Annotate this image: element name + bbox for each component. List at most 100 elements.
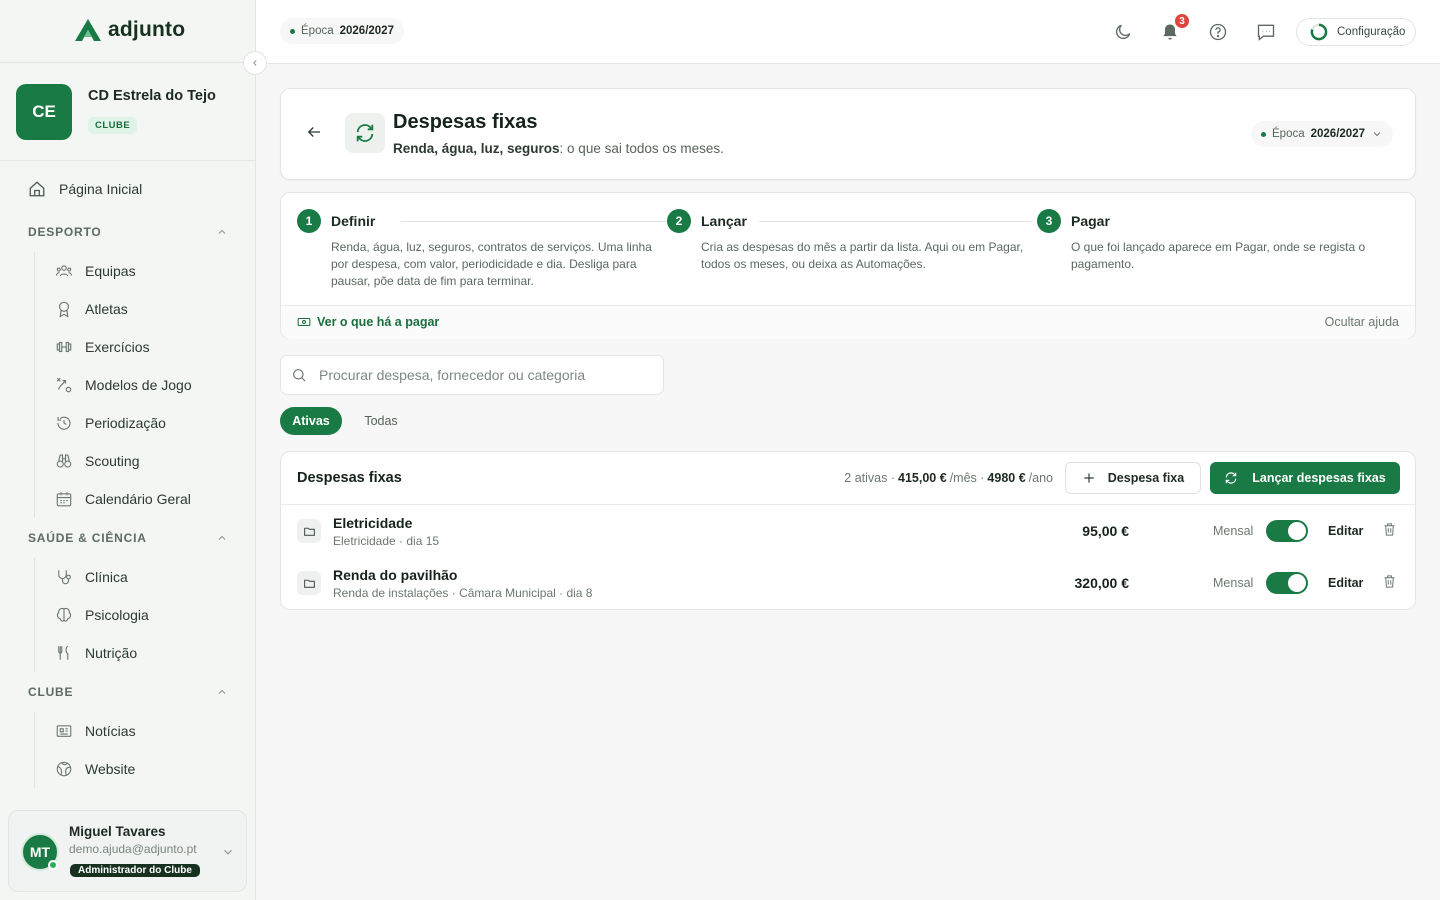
user-role-badge: Administrador do Clube	[70, 864, 200, 877]
topbar: Época 2026/2027 3 Configuração	[256, 0, 1440, 64]
nav-home-label: Página Inicial	[59, 181, 143, 197]
status-dot	[1261, 131, 1267, 137]
nav-item-label: Calendário Geral	[85, 491, 191, 507]
hide-help-button[interactable]: Ocultar ajuda	[1325, 315, 1399, 329]
step-title: Pagar	[1071, 213, 1110, 229]
nav-item-label: Exercícios	[85, 339, 150, 355]
progress-ring-icon	[1310, 23, 1328, 41]
yearly-total: 4980 €	[987, 471, 1026, 485]
expense-details: Renda de instalações · Câmara Municipal …	[333, 586, 593, 600]
nav-item-noticias[interactable]: Notícias	[35, 712, 246, 750]
chevron-up-icon	[218, 229, 226, 234]
page-subtitle-rest: : o que sai todos os meses.	[559, 141, 724, 156]
launch-fixed-expenses-button[interactable]: Lançar despesas fixas	[1210, 462, 1400, 494]
plus-icon	[1084, 473, 1094, 483]
nav-item-label: Website	[85, 761, 136, 777]
nav-home[interactable]: Página Inicial	[28, 180, 142, 198]
expense-active-toggle[interactable]	[1266, 520, 1308, 542]
nav-item-equipas[interactable]: Equipas	[35, 252, 246, 290]
expense-amount: 320,00 €	[1074, 575, 1130, 591]
nav-item-label: Periodização	[85, 415, 166, 431]
season-value: 2026/2027	[1310, 128, 1365, 140]
season-label: Época	[1272, 128, 1305, 140]
expense-details: Eletricidade · dia 15	[333, 534, 440, 548]
user-menu[interactable]: MT Miguel Tavares demo.ajuda@adjunto.pt …	[8, 810, 247, 892]
search-input[interactable]	[319, 367, 649, 383]
theme-toggle-button[interactable]	[1111, 20, 1135, 44]
expense-name: Eletricidade	[333, 515, 413, 531]
table-row[interactable]: Renda do pavilhão Renda de instalações ·…	[281, 557, 1415, 609]
back-button[interactable]	[305, 123, 323, 141]
chevron-up-icon	[218, 535, 226, 540]
messages-button[interactable]	[1254, 20, 1278, 44]
nav-item-psicologia[interactable]: Psicologia	[35, 596, 246, 634]
nav-section-saude-ciencia[interactable]: SAÚDE & CIÊNCIA	[28, 531, 228, 545]
season-selector[interactable]: Época 2026/2027	[280, 18, 404, 44]
stethoscope-icon	[54, 567, 74, 587]
add-fixed-expense-button[interactable]: Despesa fixa	[1065, 462, 1201, 494]
nav-item-periodizacao[interactable]: Periodização	[35, 404, 246, 442]
team-icon	[54, 261, 74, 281]
configuration-button[interactable]: Configuração	[1296, 18, 1416, 46]
help-circle-icon	[1209, 23, 1227, 41]
filter-tab-todas[interactable]: Todas	[352, 407, 410, 435]
notification-count-badge: 3	[1173, 12, 1191, 30]
filter-tab-ativas[interactable]: Ativas	[280, 407, 342, 435]
calendar-icon	[54, 489, 74, 509]
help-footer: Ver o que há a pagar Ocultar ajuda	[281, 305, 1415, 339]
edit-button[interactable]: Editar	[1328, 524, 1363, 538]
recurring-icon	[345, 113, 385, 153]
medal-icon	[54, 299, 74, 319]
step-number: 2	[667, 209, 691, 233]
delete-button[interactable]	[1382, 574, 1397, 589]
list-summary: 2 ativas · 415,00 € /mês · 4980 € /ano	[844, 471, 1053, 485]
expense-amount: 95,00 €	[1082, 523, 1129, 539]
message-square-icon	[1257, 24, 1275, 41]
edit-button[interactable]: Editar	[1328, 576, 1363, 590]
delete-button[interactable]	[1382, 522, 1397, 537]
club-switcher[interactable]: CE CD Estrela do Tejo CLUBE	[0, 62, 255, 161]
sidebar: adjunto CE CD Estrela do Tejo CLUBE Pági…	[0, 0, 256, 900]
nav-group-saude-ciencia: Clínica Psicologia Nutrição	[34, 558, 246, 672]
user-name: Miguel Tavares	[69, 824, 166, 839]
trash-icon	[1384, 575, 1395, 588]
active-count: 2 ativas ·	[844, 471, 896, 485]
user-email: demo.ajuda@adjunto.pt	[69, 842, 197, 856]
help-button[interactable]	[1206, 20, 1230, 44]
view-payables-label: Ver o que há a pagar	[317, 315, 440, 329]
home-icon	[29, 181, 45, 197]
table-row[interactable]: Eletricidade Eletricidade · dia 15 95,00…	[281, 505, 1415, 557]
nav-item-clinica[interactable]: Clínica	[35, 558, 246, 596]
nav-item-exercicios[interactable]: Exercícios	[35, 328, 246, 366]
step-description: Renda, água, luz, seguros, contratos de …	[331, 240, 652, 288]
nav-item-atletas[interactable]: Atletas	[35, 290, 246, 328]
club-name: CD Estrela do Tejo	[88, 88, 216, 104]
page-header: Despesas fixas Renda, água, luz, seguros…	[280, 88, 1416, 180]
nav-item-modelos-de-jogo[interactable]: Modelos de Jogo	[35, 366, 246, 404]
newspaper-icon	[54, 721, 74, 741]
nav-item-scouting[interactable]: Scouting	[35, 442, 246, 480]
fixed-expenses-list: Despesas fixas 2 ativas · 415,00 € /mês …	[280, 451, 1416, 610]
adjunto-logo-icon	[75, 19, 101, 41]
step-description: O que foi lançado aparece em Pagar, onde…	[1071, 240, 1366, 271]
nav-section-desporto[interactable]: DESPORTO	[28, 225, 228, 239]
expense-active-toggle[interactable]	[1266, 572, 1308, 594]
expense-name: Renda do pavilhão	[333, 567, 458, 583]
nav-section-clube[interactable]: CLUBE	[28, 685, 228, 699]
nav-item-label: Atletas	[85, 301, 128, 317]
nav-group-clube: Notícias Website	[34, 712, 246, 788]
step-number: 3	[1037, 209, 1061, 233]
nav-item-nutricao[interactable]: Nutrição	[35, 634, 246, 672]
header-season-selector[interactable]: Época 2026/2027	[1251, 121, 1393, 147]
sidebar-collapse-button[interactable]	[243, 51, 267, 75]
app-logo[interactable]: adjunto	[74, 18, 185, 42]
view-payables-link[interactable]: Ver o que há a pagar	[297, 315, 439, 329]
nav-item-website[interactable]: Website	[35, 750, 246, 788]
nav-item-label: Clínica	[85, 569, 128, 585]
nav-item-label: Equipas	[85, 263, 136, 279]
chevron-down-icon	[1373, 132, 1381, 137]
nav-section-title: DESPORTO	[28, 225, 102, 239]
nav-item-calendario-geral[interactable]: Calendário Geral	[35, 480, 246, 518]
toggle-knob	[1288, 574, 1306, 592]
trash-icon	[1384, 523, 1395, 536]
